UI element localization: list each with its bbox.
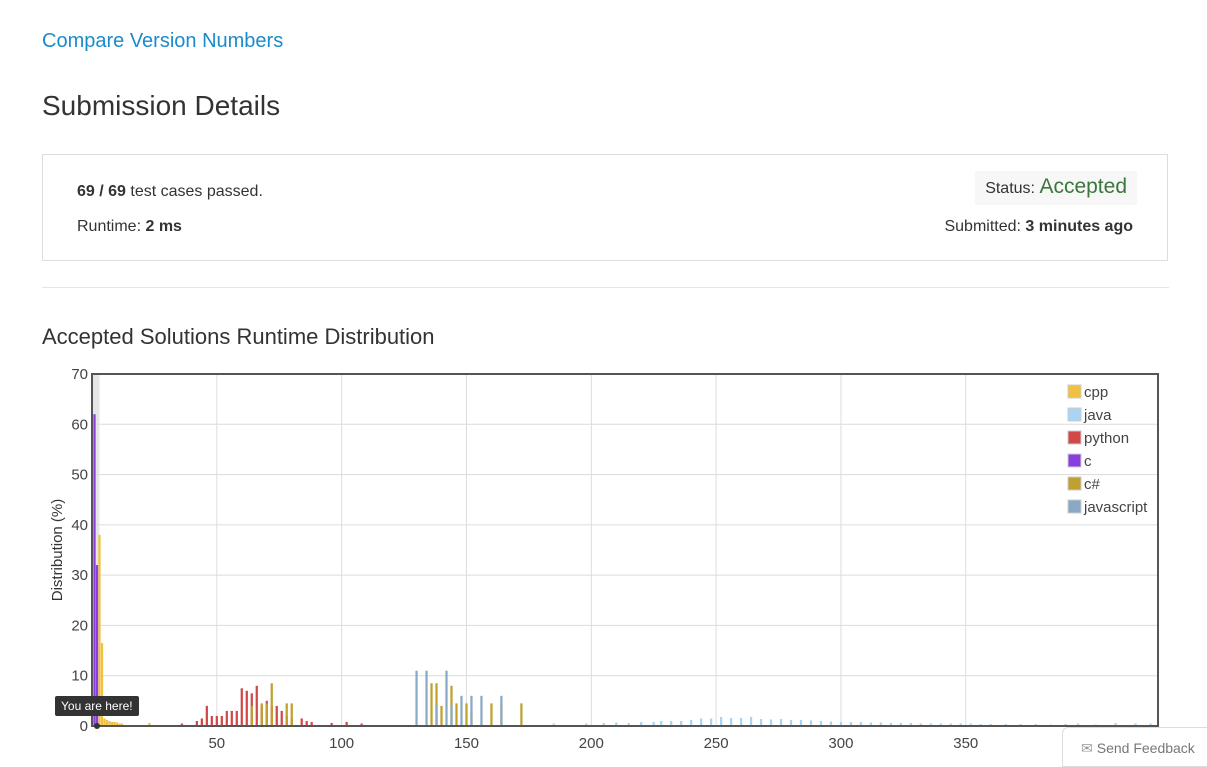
runtime-distribution-chart[interactable]: 0 10 20 30 40 50 60 70 50 100 150 200 250 300 350 Distr… bbox=[0, 0, 1207, 754]
bar-python bbox=[280, 710, 283, 726]
send-feedback-button[interactable]: ✉ Send Feedback bbox=[1062, 727, 1207, 767]
bar-python bbox=[220, 715, 223, 726]
bar-java bbox=[710, 718, 713, 726]
bar-c# bbox=[270, 683, 273, 726]
bar-python bbox=[200, 718, 203, 726]
bar-python bbox=[230, 710, 233, 726]
bar-c# bbox=[290, 703, 293, 726]
bar-java bbox=[700, 718, 703, 726]
x-tick-label: 150 bbox=[454, 735, 479, 752]
legend-label-java: java bbox=[1083, 407, 1112, 424]
bar-javascript bbox=[470, 695, 473, 726]
bar-cpp bbox=[103, 718, 106, 726]
y-tick-label: 20 bbox=[71, 617, 88, 634]
legend-swatch-python bbox=[1067, 430, 1082, 445]
bar-java bbox=[739, 717, 743, 726]
bar-python bbox=[300, 718, 303, 726]
bar-c# bbox=[285, 703, 288, 726]
bar-javascript bbox=[425, 670, 428, 726]
bar-python bbox=[205, 705, 208, 726]
y-tick-label: 60 bbox=[71, 416, 88, 433]
bar-java bbox=[779, 718, 783, 726]
bar-python bbox=[210, 715, 213, 726]
plot-frame bbox=[91, 373, 1159, 727]
bar-python bbox=[225, 710, 228, 726]
y-tick-label: 40 bbox=[71, 517, 88, 534]
bar-javascript bbox=[450, 705, 453, 726]
bar-python bbox=[235, 710, 238, 726]
bar-c# bbox=[490, 703, 493, 726]
legend-label-c: c bbox=[1084, 453, 1092, 470]
bar-java bbox=[729, 717, 733, 726]
x-tick-label: 350 bbox=[953, 735, 978, 752]
bar-c# bbox=[455, 703, 458, 726]
y-tick-label: 70 bbox=[71, 366, 88, 383]
x-tick-label: 100 bbox=[329, 735, 354, 752]
legend-swatch-c bbox=[1067, 453, 1082, 468]
bar-java bbox=[749, 716, 753, 726]
legend-swatch-javascript bbox=[1067, 499, 1082, 514]
y-tick-label: 30 bbox=[71, 567, 88, 584]
y-tick-label: 50 bbox=[71, 467, 88, 484]
bar-python bbox=[275, 705, 278, 726]
bar-javascript bbox=[415, 670, 418, 726]
bar-c# bbox=[465, 703, 468, 726]
you-are-here-marker bbox=[93, 723, 100, 729]
bar-javascript bbox=[445, 670, 448, 726]
bar-javascript bbox=[480, 695, 483, 726]
bar-javascript bbox=[500, 695, 503, 726]
x-tick-label: 50 bbox=[208, 735, 225, 752]
y-axis-label: Distribution (%) bbox=[49, 499, 66, 602]
bar-c# bbox=[260, 703, 263, 726]
bar-java bbox=[719, 716, 723, 726]
x-tick-label: 200 bbox=[579, 735, 604, 752]
bar-python bbox=[245, 690, 248, 726]
bar-python bbox=[215, 715, 218, 726]
y-tick-label: 0 bbox=[80, 718, 88, 735]
you-are-here-tooltip: You are here! bbox=[55, 696, 139, 716]
legend-label-cpp: cpp bbox=[1084, 384, 1108, 401]
bar-python bbox=[240, 688, 243, 726]
legend-swatch-cpp bbox=[1067, 384, 1082, 399]
bar-c# bbox=[265, 703, 268, 726]
bar-javascript bbox=[435, 705, 438, 726]
bar-c# bbox=[430, 683, 433, 726]
legend-label-javascript: javascript bbox=[1083, 499, 1148, 516]
x-tick-label: 300 bbox=[828, 735, 853, 752]
bar-python bbox=[255, 685, 258, 726]
bar-c bbox=[93, 414, 96, 726]
x-tick-label: 250 bbox=[704, 735, 729, 752]
bar-c# bbox=[440, 705, 443, 726]
legend-swatch-c# bbox=[1067, 476, 1082, 491]
bar-java bbox=[759, 718, 763, 726]
legend-label-python: python bbox=[1084, 430, 1129, 447]
bar-c# bbox=[250, 705, 253, 726]
legend-label-c#: c# bbox=[1084, 476, 1101, 493]
legend-swatch-java bbox=[1067, 407, 1082, 422]
bar-javascript bbox=[460, 695, 463, 726]
bar-c# bbox=[520, 703, 523, 726]
y-tick-label: 10 bbox=[71, 668, 88, 685]
